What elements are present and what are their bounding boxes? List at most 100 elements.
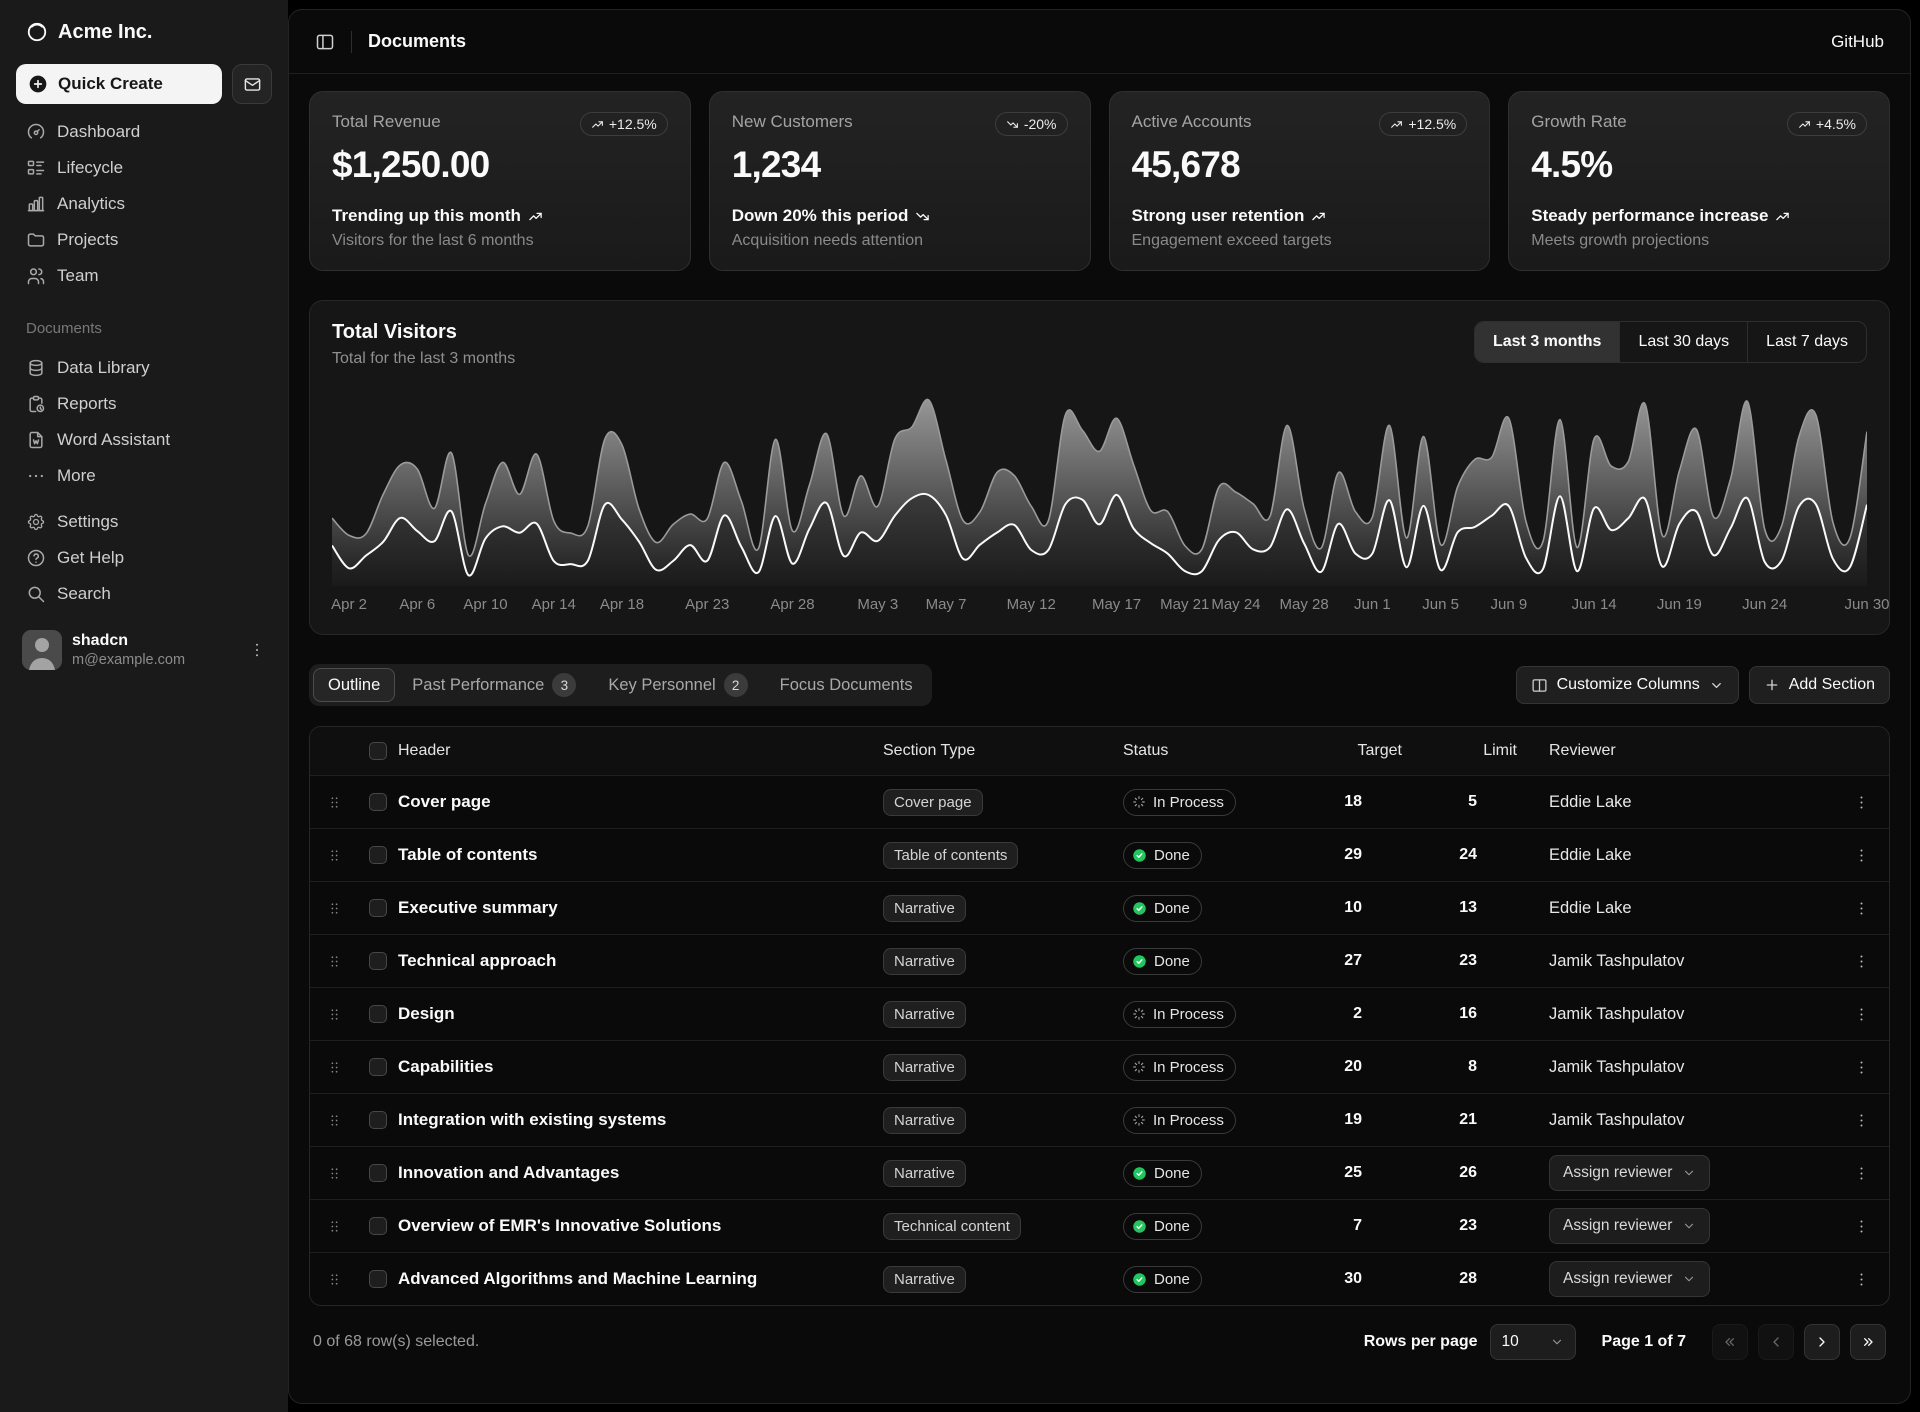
row-checkbox[interactable] [369, 1270, 387, 1288]
drag-handle[interactable] [326, 900, 343, 917]
row-header-link[interactable]: Capabilities [398, 1057, 883, 1077]
drag-handle[interactable] [326, 847, 343, 864]
target-value[interactable]: 27 [1303, 952, 1418, 970]
reviewer-name: Eddie Lake [1549, 793, 1632, 811]
sidebar-item-lifecycle[interactable]: Lifecycle [16, 150, 272, 186]
limit-value[interactable]: 24 [1418, 846, 1533, 864]
row-header-link[interactable]: Executive summary [398, 898, 883, 918]
target-value[interactable]: 30 [1303, 1270, 1418, 1288]
limit-value[interactable]: 23 [1418, 1217, 1533, 1235]
quick-create-button[interactable]: Quick Create [16, 64, 222, 104]
brand[interactable]: Acme Inc. [16, 12, 272, 52]
row-menu-button[interactable] [1853, 1271, 1870, 1288]
target-value[interactable]: 2 [1303, 1005, 1418, 1023]
sidebar-item-reports[interactable]: Reports [16, 386, 272, 422]
tab-past-performance[interactable]: Past Performance3 [397, 668, 591, 702]
range-last-3-months[interactable]: Last 3 months [1475, 322, 1619, 362]
sidebar-item-data-library[interactable]: Data Library [16, 350, 272, 386]
row-header-link[interactable]: Innovation and Advantages [398, 1163, 883, 1183]
row-header-link[interactable]: Cover page [398, 792, 883, 812]
row-menu-button[interactable] [1853, 1059, 1870, 1076]
row-header-link[interactable]: Advanced Algorithms and Machine Learning [398, 1269, 883, 1289]
row-checkbox[interactable] [369, 952, 387, 970]
row-checkbox[interactable] [369, 793, 387, 811]
row-menu-button[interactable] [1853, 900, 1870, 917]
range-last-7-days[interactable]: Last 7 days [1747, 322, 1866, 362]
assign-reviewer-select[interactable]: Assign reviewer [1549, 1155, 1710, 1191]
main-panel: Documents GitHub Total Revenue +12.5% $1… [288, 9, 1911, 1404]
target-value[interactable]: 18 [1303, 793, 1418, 811]
row-menu-button[interactable] [1853, 1112, 1870, 1129]
customize-columns-button[interactable]: Customize Columns [1516, 666, 1739, 704]
row-menu-button[interactable] [1853, 1006, 1870, 1023]
sidebar-item-word-assistant[interactable]: Word Assistant [16, 422, 272, 458]
limit-value[interactable]: 16 [1418, 1005, 1533, 1023]
limit-value[interactable]: 26 [1418, 1164, 1533, 1182]
rows-per-page-select[interactable]: 10 [1490, 1324, 1576, 1360]
drag-handle[interactable] [326, 1218, 343, 1235]
target-value[interactable]: 7 [1303, 1217, 1418, 1235]
tab-key-personnel[interactable]: Key Personnel2 [593, 668, 762, 702]
prev-page-button[interactable] [1758, 1324, 1794, 1360]
table-row: Table of contents Table of contents Done… [310, 828, 1889, 881]
row-checkbox[interactable] [369, 1217, 387, 1235]
row-header-link[interactable]: Technical approach [398, 951, 883, 971]
row-header-link[interactable]: Table of contents [398, 845, 883, 865]
limit-value[interactable]: 21 [1418, 1111, 1533, 1129]
sidebar-item-team[interactable]: Team [16, 258, 272, 294]
sidebar-toggle-button[interactable] [315, 32, 335, 52]
row-checkbox[interactable] [369, 846, 387, 864]
row-menu-button[interactable] [1853, 794, 1870, 811]
target-value[interactable]: 19 [1303, 1111, 1418, 1129]
row-menu-button[interactable] [1853, 847, 1870, 864]
drag-handle[interactable] [326, 1006, 343, 1023]
check-circle-icon [1132, 1219, 1147, 1234]
row-menu-button[interactable] [1853, 1165, 1870, 1182]
limit-value[interactable]: 5 [1418, 793, 1533, 811]
target-value[interactable]: 29 [1303, 846, 1418, 864]
row-checkbox[interactable] [369, 1164, 387, 1182]
sidebar-item-settings[interactable]: Settings [16, 504, 272, 540]
select-all-checkbox[interactable] [369, 742, 387, 760]
sidebar-item-get-help[interactable]: Get Help [16, 540, 272, 576]
next-page-button[interactable] [1804, 1324, 1840, 1360]
row-menu-button[interactable] [1853, 953, 1870, 970]
row-header-link[interactable]: Overview of EMR's Innovative Solutions [398, 1216, 883, 1236]
drag-handle[interactable] [326, 1165, 343, 1182]
limit-value[interactable]: 23 [1418, 952, 1533, 970]
assign-reviewer-select[interactable]: Assign reviewer [1549, 1261, 1710, 1297]
row-menu-button[interactable] [1853, 1218, 1870, 1235]
range-last-30-days[interactable]: Last 30 days [1619, 322, 1747, 362]
drag-handle[interactable] [326, 953, 343, 970]
last-page-button[interactable] [1850, 1324, 1886, 1360]
tab-focus-documents[interactable]: Focus Documents [765, 668, 928, 702]
sidebar-item-more[interactable]: More [16, 458, 272, 494]
target-value[interactable]: 20 [1303, 1058, 1418, 1076]
inbox-button[interactable] [232, 64, 272, 104]
target-value[interactable]: 25 [1303, 1164, 1418, 1182]
drag-handle[interactable] [326, 1271, 343, 1288]
sidebar-item-dashboard[interactable]: Dashboard [16, 114, 272, 150]
user-menu[interactable]: shadcn m@example.com [16, 626, 272, 674]
row-checkbox[interactable] [369, 899, 387, 917]
drag-handle[interactable] [326, 1059, 343, 1076]
limit-value[interactable]: 8 [1418, 1058, 1533, 1076]
limit-value[interactable]: 28 [1418, 1270, 1533, 1288]
drag-handle[interactable] [326, 1112, 343, 1129]
row-header-link[interactable]: Integration with existing systems [398, 1110, 883, 1130]
drag-handle[interactable] [326, 794, 343, 811]
add-section-button[interactable]: Add Section [1749, 666, 1890, 704]
first-page-button[interactable] [1712, 1324, 1748, 1360]
limit-value[interactable]: 13 [1418, 899, 1533, 917]
target-value[interactable]: 10 [1303, 899, 1418, 917]
row-header-link[interactable]: Design [398, 1004, 883, 1024]
sidebar-item-projects[interactable]: Projects [16, 222, 272, 258]
sidebar-item-analytics[interactable]: Analytics [16, 186, 272, 222]
tab-outline[interactable]: Outline [313, 668, 395, 702]
row-checkbox[interactable] [369, 1058, 387, 1076]
github-link[interactable]: GitHub [1831, 32, 1884, 52]
assign-reviewer-select[interactable]: Assign reviewer [1549, 1208, 1710, 1244]
sidebar-item-search[interactable]: Search [16, 576, 272, 612]
row-checkbox[interactable] [369, 1111, 387, 1129]
row-checkbox[interactable] [369, 1005, 387, 1023]
